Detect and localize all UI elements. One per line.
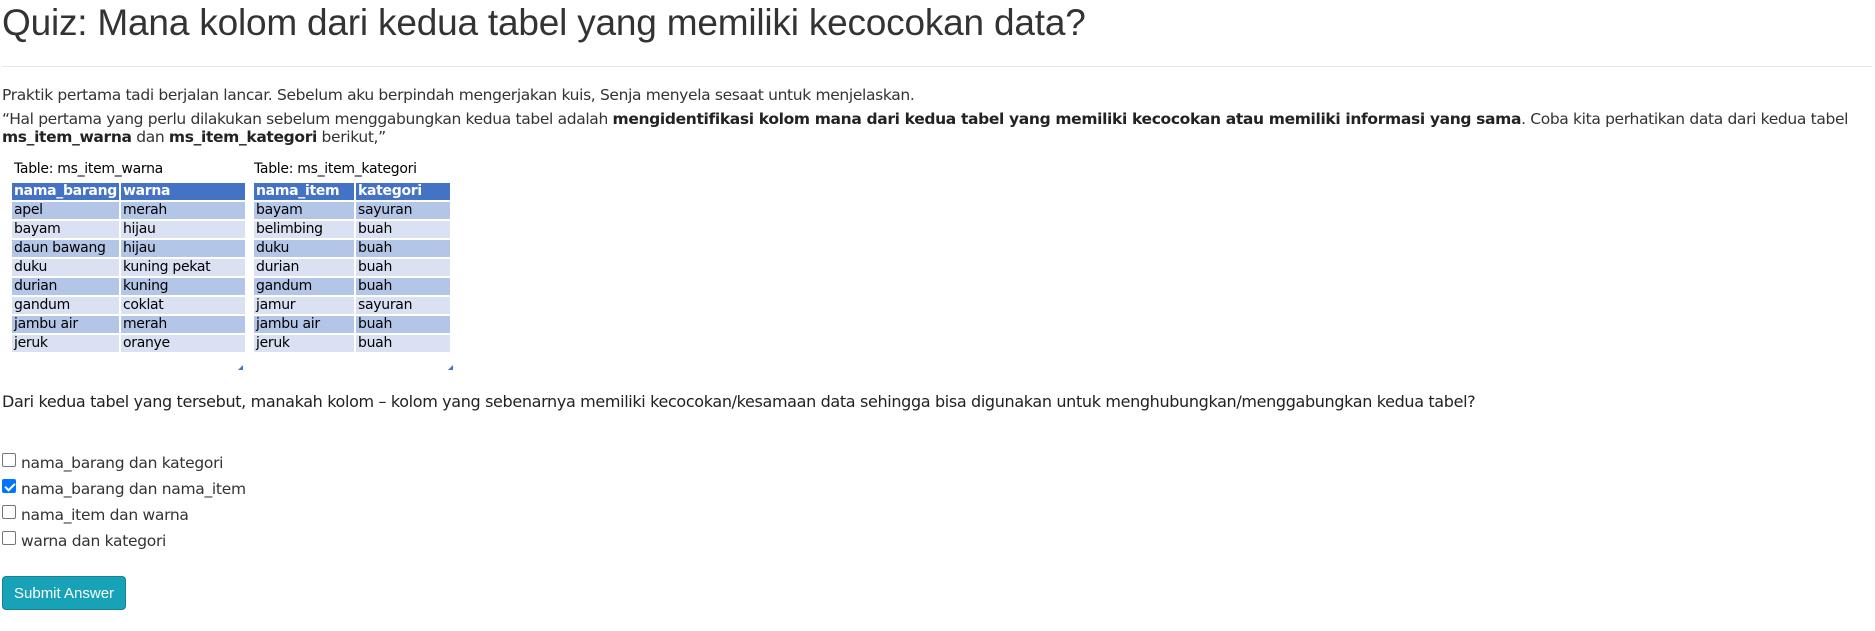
question-text: Dari kedua tabel yang tersebut, manakah …: [2, 392, 1476, 411]
table-ms-item-warna: Table: ms_item_warna nama_barang warna ap…: [2, 160, 247, 370]
quote-text: dan: [131, 128, 169, 146]
table-cell: jeruk: [254, 335, 354, 352]
data-table: nama_item kategori bayam sayuran belimbing b…: [252, 181, 452, 354]
quiz-page: Quiz: Mana kolom dari kedua tabel yang m…: [0, 0, 1875, 610]
checkbox-icon[interactable]: [2, 479, 16, 493]
table-cell: kuning pekat: [120, 259, 245, 276]
table-cell: coklat: [120, 297, 245, 314]
table-row: jambu air buah: [254, 316, 450, 333]
table-cell: merah: [120, 316, 245, 333]
checkbox-icon[interactable]: [2, 531, 16, 545]
quote-text: “Hal pertama yang perlu dilakukan sebelu…: [2, 110, 613, 128]
option-1[interactable]: nama_barang dan kategori: [2, 450, 1875, 476]
quote-text: berikut,”: [316, 128, 387, 146]
checkbox-icon[interactable]: [2, 453, 16, 467]
table-cell: jambu air: [254, 316, 354, 333]
table-cell: jamur: [254, 297, 354, 314]
table-name-ms-item-kategori: ms_item_kategori: [168, 128, 317, 146]
table-resize-icon: [448, 365, 453, 370]
table-header-row: nama_barang warna: [12, 183, 245, 200]
table-resize-icon: [238, 365, 243, 370]
table-cell: hijau: [120, 240, 245, 257]
submit-answer-button[interactable]: Submit Answer: [2, 576, 127, 610]
page-title: Quiz: Mana kolom dari kedua tabel yang m…: [2, 2, 1086, 43]
table-row: durian kuning: [12, 278, 245, 295]
quote-paragraph: “Hal pertama yang perlu dilakukan sebelu…: [2, 110, 1872, 146]
column-header: kategori: [356, 183, 450, 200]
table-cell: buah: [356, 240, 450, 257]
table-cell: sayuran: [356, 297, 450, 314]
option-2[interactable]: nama_barang dan nama_item: [2, 476, 1875, 502]
option-label: warna dan kategori: [21, 532, 167, 550]
quote-emphasis: mengidentifikasi kolom mana dari kedua t…: [612, 110, 1522, 128]
table-cell: duku: [12, 259, 119, 276]
table-cell: apel: [12, 202, 119, 219]
table-row: jeruk buah: [254, 335, 450, 352]
option-label: nama_barang dan nama_item: [21, 480, 246, 498]
intro-paragraph: Praktik pertama tadi berjalan lancar. Se…: [2, 86, 915, 104]
data-table: nama_barang warna apel merah bayam hijau daun…: [10, 181, 247, 354]
table-cell: kuning: [120, 278, 245, 295]
option-3[interactable]: nama_item dan warna: [2, 502, 1875, 528]
table-cell: durian: [12, 278, 119, 295]
table-cell: buah: [356, 278, 450, 295]
table-row: belimbing buah: [254, 221, 450, 238]
table-cell: gandum: [12, 297, 119, 314]
column-header: nama_barang: [12, 183, 119, 200]
table-cell: oranye: [120, 335, 245, 352]
table-row: jambu air merah: [12, 316, 245, 333]
quote-text: . Coba kita perhatikan data dari kedua t…: [1521, 110, 1849, 128]
table-cell: belimbing: [254, 221, 354, 238]
table-caption: Table: ms_item_kategori: [254, 161, 417, 177]
table-cell: hijau: [120, 221, 245, 238]
option-4[interactable]: warna dan kategori: [2, 528, 1875, 554]
table-row: daun bawang hijau: [12, 240, 245, 257]
option-label: nama_barang dan kategori: [21, 454, 224, 472]
table-cell: daun bawang: [12, 240, 119, 257]
table-row: durian buah: [254, 259, 450, 276]
table-row: jamur sayuran: [254, 297, 450, 314]
table-row: duku kuning pekat: [12, 259, 245, 276]
option-label: nama_item dan warna: [21, 506, 189, 524]
table-row: apel merah: [12, 202, 245, 219]
table-cell: durian: [254, 259, 354, 276]
table-row: duku buah: [254, 240, 450, 257]
table-cell: bayam: [254, 202, 354, 219]
table-cell: merah: [120, 202, 245, 219]
table-caption: Table: ms_item_warna: [14, 161, 163, 177]
table-cell: bayam: [12, 221, 119, 238]
table-row: jeruk oranye: [12, 335, 245, 352]
table-cell: jeruk: [12, 335, 119, 352]
table-row: gandum coklat: [12, 297, 245, 314]
table-row: gandum buah: [254, 278, 450, 295]
table-cell: buah: [356, 316, 450, 333]
table-ms-item-kategori: Table: ms_item_kategori nama_item kategor…: [244, 160, 453, 370]
table-cell: sayuran: [356, 202, 450, 219]
checkbox-icon[interactable]: [2, 505, 16, 519]
table-header-row: nama_item kategori: [254, 183, 450, 200]
table-cell: buah: [356, 335, 450, 352]
table-row: bayam sayuran: [254, 202, 450, 219]
table-name-ms-item-warna: ms_item_warna: [2, 128, 132, 146]
tables-figure: Table: ms_item_warna nama_barang warna ap…: [2, 160, 1875, 376]
answer-options: nama_barang dan kategori nama_barang dan…: [2, 450, 1875, 554]
table-cell: jambu air: [12, 316, 119, 333]
title-divider: [2, 66, 1872, 67]
table-cell: duku: [254, 240, 354, 257]
table-cell: gandum: [254, 278, 354, 295]
table-cell: buah: [356, 259, 450, 276]
table-cell: buah: [356, 221, 450, 238]
table-row: bayam hijau: [12, 221, 245, 238]
column-header: warna: [120, 183, 245, 200]
column-header: nama_item: [254, 183, 354, 200]
